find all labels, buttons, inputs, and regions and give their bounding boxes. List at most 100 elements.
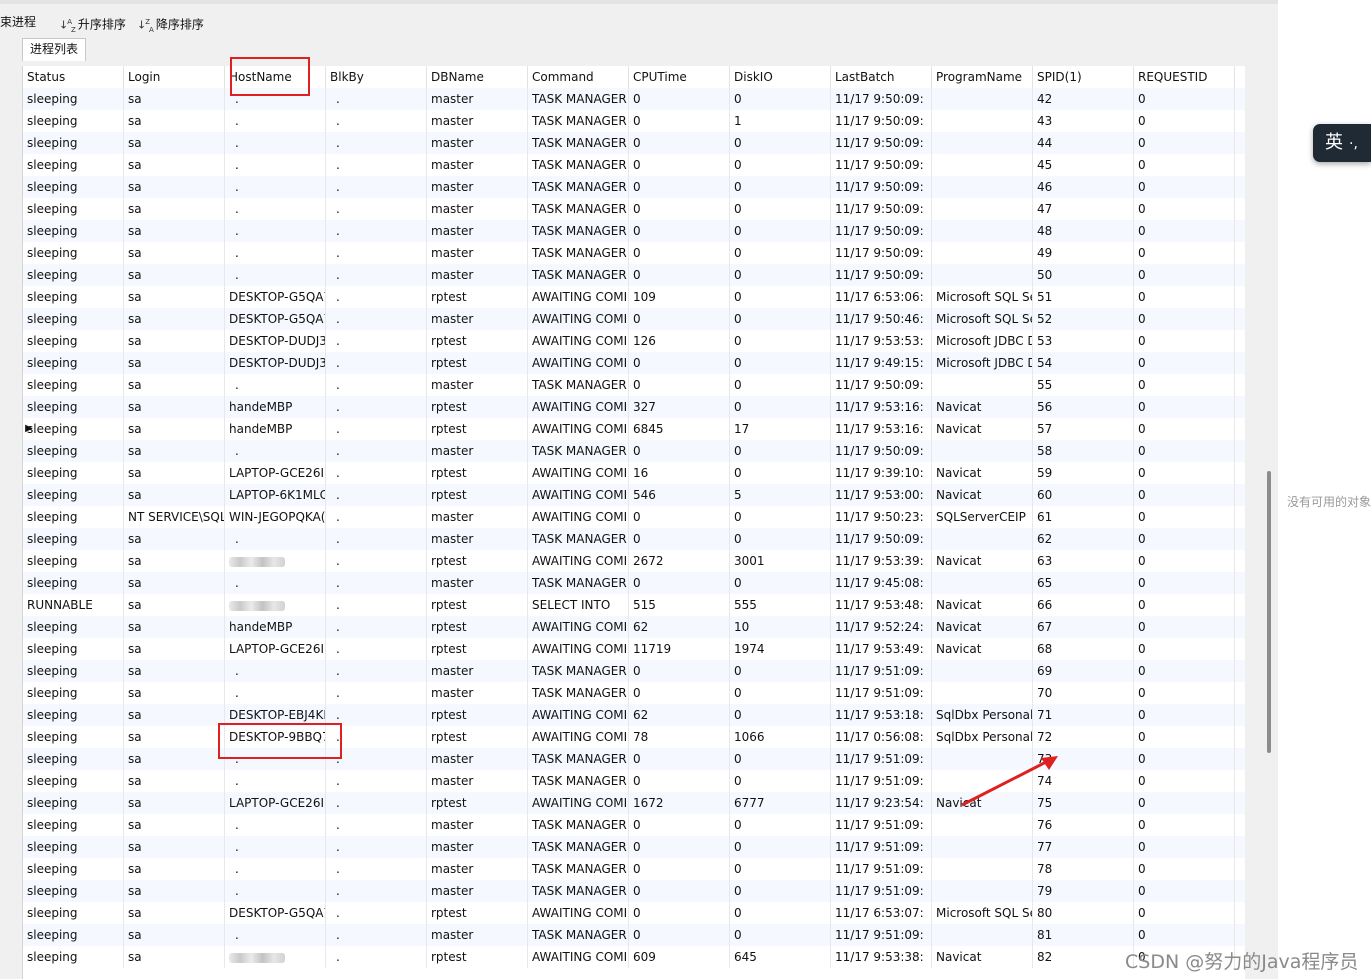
table-row[interactable]: sleeping sa LAPTOP-GCE26II'. rptest AWAITING… [23,792,1245,814]
cell-hostname: WIN-JEGOPQKA( [225,506,326,528]
column-header-status[interactable]: Status [23,66,124,88]
ime-indicator[interactable]: 英 ·, [1313,124,1371,162]
scrollbar-thumb[interactable] [1267,471,1271,753]
table-row[interactable]: sleeping sa handeMBP. rptest AWAITING COMI 68… [23,418,1245,440]
table-row[interactable]: RUNNABLE sa. rptest SELECT INTO 515 555 11/17 … [23,594,1245,616]
tab-process-list[interactable]: 进程列表 [22,38,87,61]
column-header-lastbatch[interactable]: LastBatch [831,66,932,88]
column-header-requestid[interactable]: REQUESTID [1134,66,1235,88]
cell-dbname: master [427,660,528,682]
table-row[interactable]: sleeping sa DESKTOP-G5QA7. rptest AWAITING C… [23,902,1245,924]
cell-blkby: . [326,704,427,726]
table-row[interactable]: sleeping sa.. master TASK MANAGER 0 0 11/17 9:… [23,880,1245,902]
cell-diskio: 0 [730,88,831,110]
table-row[interactable]: sleeping sa.. master TASK MANAGER 0 0 11/17 9:… [23,836,1245,858]
table-row[interactable]: sleeping sa.. master TASK MANAGER 0 1 11/17 9:… [23,110,1245,132]
sort-ascending-label: 升序排序 [77,17,126,32]
table-row[interactable]: sleeping sa DESKTOP-G5QA7. master AWAITING C… [23,308,1245,330]
cell-dbname: master [427,220,528,242]
toolbar: 束进程 ↓AZ 升序排序 ↓ZA 降序排序 [0,4,1278,38]
cell-hostname: . [225,242,326,264]
column-header-blkby[interactable]: BlkBy [326,66,427,88]
sort-descending-button[interactable]: ↓ZA 降序排序 [137,12,204,34]
table-row[interactable]: sleeping sa LAPTOP-GCE26II'. rptest AWAITING… [23,638,1245,660]
cell-cputime: 0 [629,770,730,792]
sort-ascending-button[interactable]: ↓AZ 升序排序 [59,12,126,34]
column-header-dbname[interactable]: DBName [427,66,528,88]
cell-spid: 49 [1033,242,1134,264]
cell-dbname: rptest [427,352,528,374]
end-process-button[interactable]: 束进程 [0,12,36,32]
column-header-cputime[interactable]: CPUTime [629,66,730,88]
vertical-scrollbar[interactable] [1263,66,1277,979]
column-header-diskio[interactable]: DiskIO [730,66,831,88]
cell-programname [932,110,1033,132]
table-row[interactable]: sleeping sa DESKTOP-DUDJ3. rptest AWAITING C… [23,352,1245,374]
cell-hostname: . [225,440,326,462]
cell-programname [932,132,1033,154]
table-row[interactable]: sleeping sa.. master TASK MANAGER 0 0 11/17 9:… [23,748,1245,770]
cell-diskio: 0 [730,814,831,836]
cell-command: TASK MANAGER [528,880,629,902]
cell-dbname: master [427,770,528,792]
cell-status: sleeping [23,880,124,902]
table-row[interactable]: sleeping sa.. master TASK MANAGER 0 0 11/17 9:… [23,440,1245,462]
column-header-spid[interactable]: SPID(1) [1033,66,1134,88]
table-row[interactable]: sleeping sa.. master TASK MANAGER 0 0 11/17 9:… [23,198,1245,220]
table-row[interactable]: sleeping sa.. master TASK MANAGER 0 0 11/17 9:… [23,264,1245,286]
cell-programname [932,814,1033,836]
column-header-command[interactable]: Command [528,66,629,88]
cell-diskio: 1066 [730,726,831,748]
cell-status: sleeping [23,286,124,308]
table-row[interactable]: sleeping sa.. master TASK MANAGER 0 0 11/17 9:… [23,660,1245,682]
cell-cputime: 609 [629,946,730,968]
cell-login: sa [124,110,225,132]
table-row[interactable]: sleeping sa.. master TASK MANAGER 0 0 11/17 9:… [23,770,1245,792]
table-row[interactable]: sleeping sa.. master TASK MANAGER 0 0 11/17 9:… [23,374,1245,396]
table-row[interactable]: sleeping sa handeMBP. rptest AWAITING COMI 32… [23,396,1245,418]
table-row[interactable]: sleeping sa LAPTOP-GCE26II'. rptest AWAITING… [23,462,1245,484]
table-row[interactable]: sleeping sa.. master TASK MANAGER 0 0 11/17 9:… [23,528,1245,550]
table-row[interactable]: sleeping sa.. master TASK MANAGER 0 0 11/17 9:… [23,242,1245,264]
table-row[interactable]: sleeping sa.. master TASK MANAGER 0 0 11/17 9:… [23,858,1245,880]
cell-diskio: 6777 [730,792,831,814]
cell-login: sa [124,572,225,594]
table-row[interactable]: sleeping sa DESKTOP-EBJ4KI. rptest AWAITING … [23,704,1245,726]
cell-diskio: 0 [730,396,831,418]
table-row[interactable]: sleeping NT SERVICE\SQL WIN-JEGOPQKA(. mast… [23,506,1245,528]
cell-spid: 74 [1033,770,1134,792]
table-row[interactable]: sleeping sa.. master TASK MANAGER 0 0 11/17 9:… [23,682,1245,704]
cell-cputime: 0 [629,154,730,176]
table-row[interactable]: sleeping sa.. master TASK MANAGER 0 0 11/17 9:… [23,88,1245,110]
cell-programname [932,374,1033,396]
table-row[interactable]: sleeping sa.. master TASK MANAGER 0 0 11/17 9:… [23,176,1245,198]
cell-spid: 70 [1033,682,1134,704]
table-row[interactable]: sleeping sa.. master TASK MANAGER 0 0 11/17 9:… [23,132,1245,154]
column-header-login[interactable]: Login [124,66,225,88]
cell-programname [932,440,1033,462]
table-row[interactable]: sleeping sa DESKTOP-9BBQ7. rptest AWAITING C… [23,726,1245,748]
cell-blkby: . [326,374,427,396]
column-header-programname[interactable]: ProgramName [932,66,1033,88]
table-row[interactable]: sleeping sa handeMBP. rptest AWAITING COMI 62… [23,616,1245,638]
cell-blkby: . [326,506,427,528]
cell-requestid: 0 [1134,330,1235,352]
table-row[interactable]: sleeping sa.. master TASK MANAGER 0 0 11/17 9:… [23,154,1245,176]
cell-blkby: . [326,440,427,462]
table-row[interactable]: sleeping sa.. master TASK MANAGER 0 0 11/17 9:… [23,814,1245,836]
column-header-hostname[interactable]: HostName [225,66,326,88]
table-row[interactable]: sleeping sa LAPTOP-6K1MLC. rptest AWAITING C… [23,484,1245,506]
table-row[interactable]: sleeping sa. rptest AWAITING COMI 609 645 11/1… [23,946,1245,968]
table-row[interactable]: sleeping sa.. master TASK MANAGER 0 0 11/17 9:… [23,924,1245,946]
table-row[interactable]: sleeping sa DESKTOP-G5QA7. rptest AWAITING C… [23,286,1245,308]
cell-requestid: 0 [1134,352,1235,374]
table-row[interactable]: sleeping sa DESKTOP-DUDJ3. rptest AWAITING C… [23,330,1245,352]
table-row[interactable]: sleeping sa.. master TASK MANAGER 0 0 11/17 9:… [23,220,1245,242]
cell-programname: Navicat [932,484,1033,506]
process-grid[interactable]: Status Login HostName BlkBy DBName Command CPU… [22,66,1245,979]
table-row[interactable]: sleeping sa.. master TASK MANAGER 0 0 11/17 9:… [23,572,1245,594]
table-row[interactable]: sleeping sa. rptest AWAITING COMI 2672 3001 11… [23,550,1245,572]
cell-status: sleeping [23,946,124,968]
cell-diskio: 0 [730,176,831,198]
cell-status: sleeping [23,836,124,858]
